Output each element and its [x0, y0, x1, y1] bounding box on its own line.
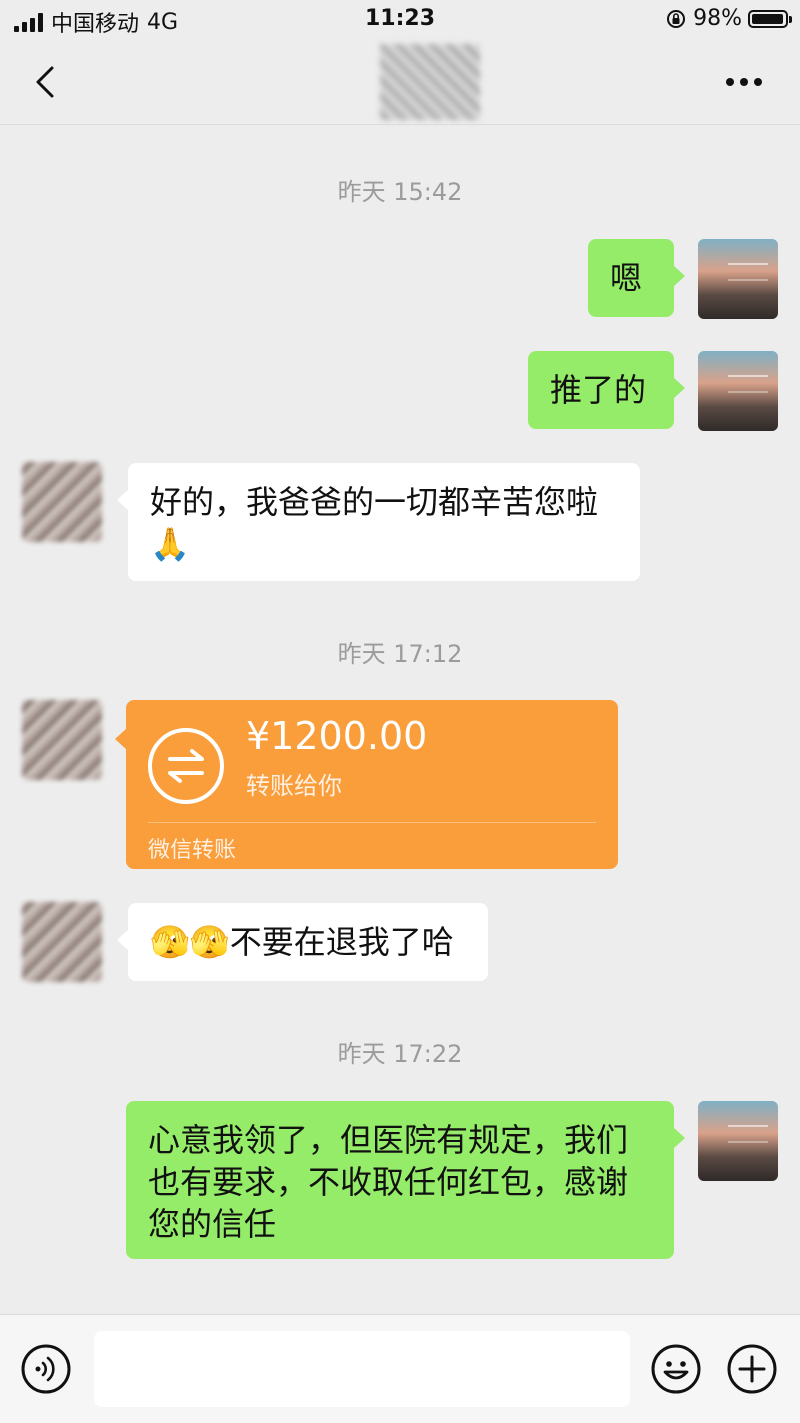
avatar[interactable] [698, 1101, 778, 1181]
transfer-card[interactable]: ¥1200.00 转账给你 微信转账 [115, 700, 618, 869]
time-label: 昨天 17:22 [337, 1040, 463, 1068]
orientation-lock-icon [667, 9, 686, 28]
avatar[interactable] [22, 902, 102, 982]
nav-bar [0, 40, 800, 125]
battery-icon [748, 9, 792, 28]
avatar[interactable] [22, 700, 102, 780]
emoji-icon[interactable] [650, 1343, 702, 1395]
status-bar: 中国移动 4G 11:23 98% [0, 0, 800, 40]
status-right: 98% [665, 6, 792, 31]
message-bubble-right[interactable]: 心意我领了，但医院有规定，我们也有要求，不收取任何红包，感谢您的信任 [126, 1101, 685, 1259]
message-bubble-left[interactable]: 🫣🫣不要在退我了哈 [117, 903, 488, 981]
avatar[interactable] [698, 351, 778, 431]
chat-title-redacted [380, 44, 480, 120]
transfer-subtitle: 转账给你 [246, 772, 342, 800]
avatar[interactable] [22, 462, 102, 542]
transfer-amount: ¥1200.00 [246, 714, 428, 758]
message-bubble-right[interactable]: 嗯 [588, 239, 685, 317]
transfer-icon [148, 728, 224, 804]
plus-icon[interactable] [726, 1343, 778, 1395]
more-dots-icon[interactable] [726, 64, 770, 100]
voice-icon[interactable] [20, 1343, 72, 1395]
battery-fill [752, 13, 784, 24]
transfer-footer: 微信转账 [148, 838, 237, 863]
message-bubble-right[interactable]: 推了的 [528, 351, 685, 429]
time-label: 昨天 15:42 [337, 178, 463, 206]
input-bar [0, 1314, 800, 1423]
battery-label: 98% [693, 6, 742, 31]
divider [148, 822, 596, 823]
message-bubble-left[interactable]: 好的，我爸爸的一切都辛苦您啦🙏 [117, 463, 640, 581]
message-input[interactable] [94, 1331, 630, 1407]
time-label: 昨天 17:12 [337, 640, 463, 668]
avatar[interactable] [698, 239, 778, 319]
chevron-left-icon[interactable] [28, 62, 64, 102]
